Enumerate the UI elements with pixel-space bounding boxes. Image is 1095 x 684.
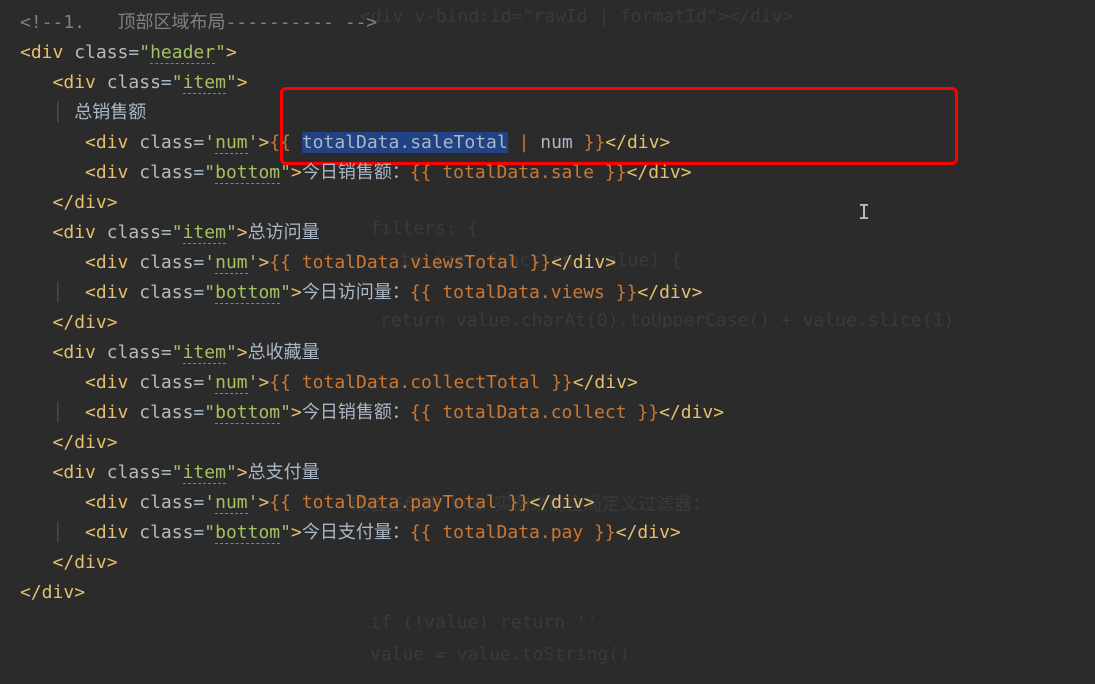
- classname-num: num: [215, 132, 248, 154]
- tag-div: div: [31, 42, 64, 63]
- tag-div: div: [96, 492, 129, 513]
- attr-class: class: [139, 492, 193, 513]
- classname-num: num: [215, 252, 248, 274]
- tag-div-close: /div: [540, 492, 583, 513]
- tag-div-close: /div: [31, 582, 74, 603]
- item-title: 总支付量: [248, 462, 320, 483]
- tag-div-close: /div: [648, 282, 691, 303]
- faint-bg-text: if (!value) return '': [370, 612, 598, 633]
- comment: <!--1. 顶部区域布局---------- -->: [20, 12, 377, 33]
- code-line[interactable]: <div class='num'>{{ totalData.viewsTotal…: [0, 246, 1095, 276]
- code-line[interactable]: │ 总销售额: [0, 96, 1095, 126]
- tag-div: div: [96, 402, 129, 423]
- tag-div-close: /div: [63, 552, 106, 573]
- tag-div: div: [96, 162, 129, 183]
- code-line[interactable]: <div class='num'>{{ totalData.collectTot…: [0, 366, 1095, 396]
- code-line[interactable]: <div class='num'>{{ totalData.payTotal }…: [0, 486, 1095, 516]
- tag-div: div: [63, 462, 96, 483]
- tag-div-close: /div: [627, 522, 670, 543]
- code-line[interactable]: <div class="item">总访问量: [0, 216, 1095, 246]
- classname-bottom: bottom: [215, 282, 280, 304]
- attr-class: class: [139, 252, 193, 273]
- classname-bottom: bottom: [215, 162, 280, 184]
- item-title: 总销售额: [74, 102, 146, 123]
- classname-num: num: [215, 492, 248, 514]
- code-line[interactable]: </div>: [0, 546, 1095, 576]
- code-line[interactable]: │ <div class="bottom">今日销售额：{{ totalData…: [0, 396, 1095, 426]
- attr-class: class: [139, 132, 193, 153]
- tag-div-close: /div: [63, 312, 106, 333]
- tag-div-close: /div: [63, 432, 106, 453]
- tag-div-close: /div: [63, 192, 106, 213]
- classname-item: item: [183, 222, 226, 244]
- tag-div-close: /div: [637, 162, 680, 183]
- selected-text: totalData.saleTotal: [302, 132, 508, 153]
- attr-class: class: [139, 372, 193, 393]
- tag-div-close: /div: [562, 252, 605, 273]
- tag-div-close: /div: [616, 132, 659, 153]
- attr-class: class: [139, 162, 193, 183]
- item-title: 总收藏量: [248, 342, 320, 363]
- classname-item: item: [183, 342, 226, 364]
- code-line[interactable]: <div class="item">: [0, 66, 1095, 96]
- classname-item: item: [183, 72, 226, 94]
- code-line[interactable]: <div class='num'>{{ totalData.saleTotal …: [0, 126, 1095, 156]
- attr-class: class: [107, 342, 161, 363]
- code-line[interactable]: │ <div class="bottom">今日支付量：{{ totalData…: [0, 516, 1095, 546]
- code-line[interactable]: </div>: [0, 186, 1095, 216]
- attr-class: class: [139, 522, 193, 543]
- attr-class: class: [107, 222, 161, 243]
- tag-div: div: [96, 252, 129, 273]
- tag-div: div: [96, 372, 129, 393]
- attr-class: class: [107, 72, 161, 93]
- code-line[interactable]: <!--1. 顶部区域布局---------- -->: [0, 6, 1095, 36]
- code-line[interactable]: <div class="header">: [0, 36, 1095, 66]
- classname-bottom: bottom: [215, 402, 280, 424]
- tag-div-close: /div: [670, 402, 713, 423]
- tag-div-close: /div: [584, 372, 627, 393]
- tag-div: div: [63, 342, 96, 363]
- code-line[interactable]: </div>: [0, 306, 1095, 336]
- classname-header: header: [150, 42, 215, 64]
- attr-class: class: [139, 282, 193, 303]
- tag-div: div: [96, 282, 129, 303]
- attr-class: class: [139, 402, 193, 423]
- code-line[interactable]: │ <div class="bottom">今日访问量：{{ totalData…: [0, 276, 1095, 306]
- tag-div: div: [63, 72, 96, 93]
- classname-num: num: [215, 372, 248, 394]
- item-title: 总访问量: [248, 222, 320, 243]
- code-line[interactable]: </div>: [0, 576, 1095, 606]
- classname-bottom: bottom: [215, 522, 280, 544]
- tag-div: div: [63, 222, 96, 243]
- code-editor[interactable]: <div v-bind:id="rawId | formatId"></div>…: [0, 0, 1095, 684]
- tag-div: div: [96, 522, 129, 543]
- code-line[interactable]: <div class="item">总收藏量: [0, 336, 1095, 366]
- attr-class: class: [74, 42, 128, 63]
- code-line[interactable]: <div class="bottom">今日销售额：{{ totalData.s…: [0, 156, 1095, 186]
- faint-bg-text: value = value.toString(): [370, 644, 630, 665]
- classname-item: item: [183, 462, 226, 484]
- tag-div: div: [96, 132, 129, 153]
- attr-class: class: [107, 462, 161, 483]
- code-line[interactable]: </div>: [0, 426, 1095, 456]
- code-line[interactable]: <div class="item">总支付量: [0, 456, 1095, 486]
